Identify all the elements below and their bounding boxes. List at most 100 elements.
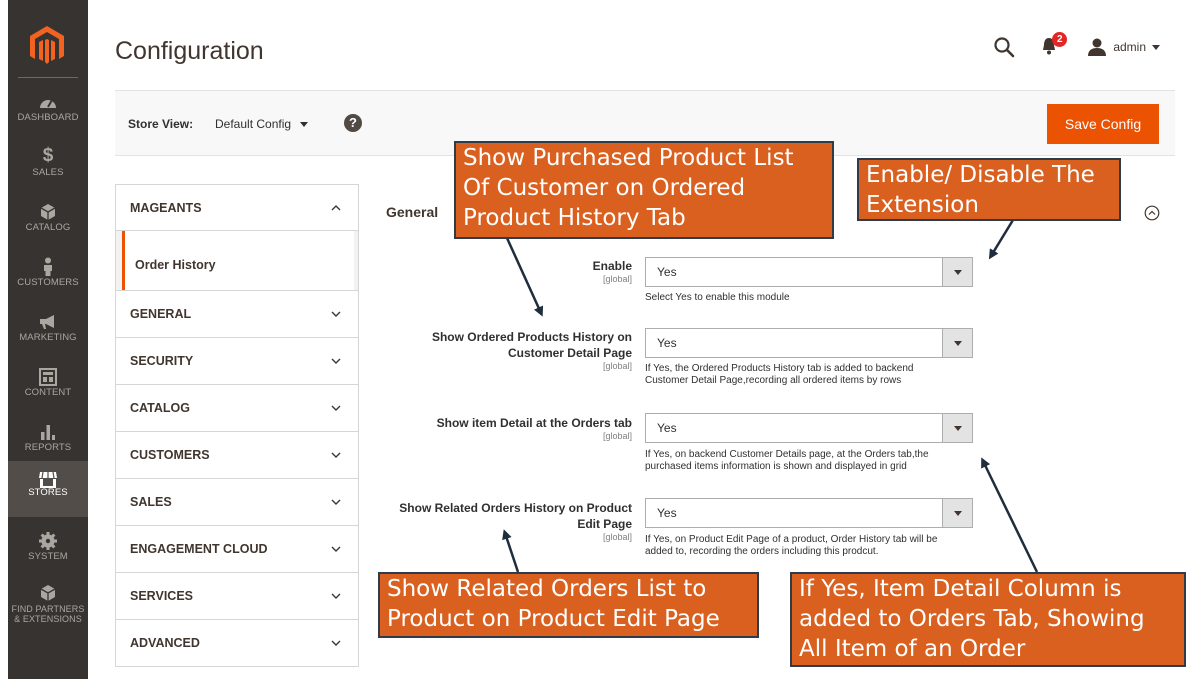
select-value: Yes [657, 506, 677, 520]
tab-item-order-history[interactable]: Order History [122, 231, 354, 290]
tab-group-customers[interactable]: CUSTOMERS [115, 432, 359, 479]
select-arrow [942, 258, 972, 286]
ordered-products-history-select[interactable]: Yes [645, 328, 973, 358]
tab-group-label: MAGEANTS [130, 201, 202, 215]
chevron-down-icon [954, 341, 962, 346]
chevron-down-icon[interactable] [1152, 44, 1160, 50]
chevron-down-icon [300, 121, 309, 127]
nav-find-partners[interactable]: FIND PARTNERS & EXTENSIONS [8, 578, 88, 628]
chevron-down-icon [331, 546, 341, 552]
nav-catalog[interactable]: CATALOG [8, 196, 88, 251]
field-label-line2: Customer Detail Page [507, 346, 632, 360]
nav-marketing[interactable]: MARKETING [8, 306, 88, 361]
tab-group-label: ENGAGEMENT CLOUD [130, 542, 268, 556]
nav-content[interactable]: CONTENT [8, 361, 88, 416]
dollar-icon: $ [42, 145, 54, 166]
notifications-button[interactable]: 2 [1039, 32, 1068, 58]
callout-line: Extension [866, 192, 979, 218]
nav-dashboard[interactable]: DASHBOARD [8, 86, 88, 141]
field-note-line1: If Yes, the Ordered Products History tab… [645, 363, 914, 374]
store-view-label: Store View: [128, 117, 194, 131]
nav-stores[interactable]: STORES [8, 461, 88, 517]
select-arrow [942, 414, 972, 442]
tab-group-sales[interactable]: SALES [115, 479, 359, 526]
tab-group-general[interactable]: GENERAL [115, 291, 359, 338]
chevron-up-icon[interactable] [330, 202, 342, 214]
section-title[interactable]: General [386, 204, 438, 220]
tab-group-mageants[interactable]: MAGEANTS [115, 184, 359, 231]
magento-logo[interactable] [26, 24, 68, 66]
chevron-down-icon [954, 270, 962, 275]
callout-line: If Yes, Item Detail Column is [799, 576, 1122, 602]
select-value: Yes [657, 421, 677, 435]
person-icon [8, 255, 88, 277]
chevron-down-icon [954, 426, 962, 431]
chevron-down-icon [331, 640, 341, 646]
nav-find-partners-label-1: FIND PARTNERS [11, 604, 85, 614]
admin-menu: DASHBOARD $ SALES CATALOG CUSTOMERS MARK… [8, 0, 88, 679]
field-enable: Enable [global] Yes Select Yes to enable… [370, 257, 980, 307]
tab-group-advanced[interactable]: ADVANCED [115, 620, 359, 667]
field-label-line2: Edit Page [577, 517, 632, 531]
nav-sales[interactable]: $ SALES [8, 141, 88, 196]
tab-group-security[interactable]: SECURITY [115, 338, 359, 385]
field-related-orders-history: Show Related Orders History on Product E… [370, 498, 980, 562]
collapse-toggle-icon[interactable] [1144, 205, 1160, 221]
field-label-line1: Show Ordered Products History on [431, 330, 632, 344]
tab-group-services[interactable]: SERVICES [115, 573, 359, 620]
tab-subitems: Order History [115, 231, 359, 291]
chevron-down-icon [954, 511, 962, 516]
enable-select[interactable]: Yes [645, 257, 973, 287]
nav-sales-label: SALES [32, 167, 64, 178]
select-arrow [942, 329, 972, 357]
chevron-down-icon [331, 452, 341, 458]
tab-group-label: ADVANCED [130, 636, 200, 650]
field-label: Show item Detail at the Orders tab [436, 416, 632, 430]
chevron-down-icon [331, 358, 341, 364]
tab-group-catalog[interactable]: CATALOG [115, 385, 359, 432]
user-menu[interactable]: admin [1113, 40, 1146, 54]
tab-group-label: CUSTOMERS [130, 448, 210, 462]
storefront-icon [8, 465, 88, 488]
tab-group-engagement-cloud[interactable]: ENGAGEMENT CLOUD [115, 526, 359, 573]
field-scope: [global] [602, 274, 632, 284]
help-icon[interactable]: ? [344, 114, 362, 132]
box-icon [8, 200, 88, 222]
nav-customers-label: CUSTOMERS [17, 277, 79, 288]
field-label: Enable [592, 259, 632, 273]
save-config-button[interactable]: Save Config [1047, 104, 1159, 144]
field-note-line1: If Yes, on backend Customer Details page… [645, 449, 929, 460]
nav-find-partners-label-2: & EXTENSIONS [14, 614, 82, 624]
user-icon[interactable] [1087, 37, 1107, 57]
dashboard-icon [8, 90, 88, 112]
nav-marketing-label: MARKETING [19, 332, 77, 343]
chevron-down-icon [331, 311, 341, 317]
gear-icon [8, 529, 88, 551]
field-note-line2: purchased items information is shown and… [645, 461, 907, 472]
nav-stores-label: STORES [28, 487, 68, 498]
callout-enable-disable: Enable/ Disable The Extension [857, 158, 1121, 221]
search-icon[interactable] [993, 36, 1015, 58]
item-detail-select[interactable]: Yes [645, 413, 973, 443]
nav-system[interactable]: SYSTEM [8, 525, 88, 580]
callout-line: Enable/ Disable The [866, 162, 1095, 188]
left-edge [0, 0, 8, 679]
field-scope: [global] [602, 361, 632, 371]
related-orders-history-select[interactable]: Yes [645, 498, 973, 528]
callout-line: All Item of an Order [799, 636, 1026, 662]
cube-icon [8, 582, 88, 604]
callout-line: Show Related Orders List to [387, 576, 707, 602]
select-arrow [942, 499, 972, 527]
nav-customers[interactable]: CUSTOMERS [8, 251, 88, 306]
nav-catalog-label: CATALOG [25, 222, 71, 233]
field-note-line1: If Yes, on Product Edit Page of a produc… [645, 534, 938, 545]
callout-line: Show Purchased Product List [463, 145, 794, 171]
chevron-down-icon [331, 405, 341, 411]
select-value: Yes [657, 336, 677, 350]
tab-group-label: CATALOG [130, 401, 190, 415]
logo-separator [18, 77, 78, 78]
header-actions: 2 admin [993, 32, 1160, 61]
store-view-dropdown[interactable]: Default Config [215, 117, 309, 131]
chevron-down-icon [331, 499, 341, 505]
callout-line: Of Customer on Ordered [463, 175, 746, 201]
